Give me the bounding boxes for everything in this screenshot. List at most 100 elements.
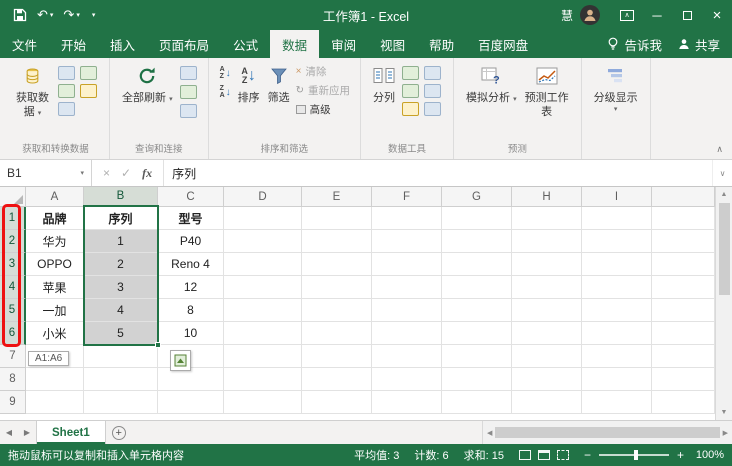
cell-I8[interactable] [582,368,652,391]
sheet-tab-sheet1[interactable]: Sheet1 [36,421,106,444]
from-table-icon[interactable] [58,84,75,98]
row-header-9[interactable]: 9 [0,391,26,414]
minimize-button[interactable]: ─ [642,0,672,30]
cell-B6[interactable]: 5 [84,322,158,345]
cell-G6[interactable] [442,322,512,345]
close-button[interactable]: × [702,0,732,30]
cell-C2[interactable]: P40 [158,230,224,253]
cell-F3[interactable] [372,253,442,276]
redo-button[interactable]: ↷▾ [58,0,84,30]
formula-input[interactable]: 序列 [164,160,712,186]
recent-sources-icon[interactable] [80,84,97,98]
cell-A9[interactable] [26,391,84,414]
cell-A3[interactable]: OPPO [26,253,84,276]
scroll-left-icon[interactable]: ◀ [487,429,492,437]
ribbon-tab-页面布局[interactable]: 页面布局 [147,30,221,58]
cell-G9[interactable] [442,391,512,414]
cell-I2[interactable] [582,230,652,253]
cell-A1[interactable]: 品牌 [26,207,84,230]
cell-E7[interactable] [302,345,372,368]
cell-C6[interactable]: 10 [158,322,224,345]
sheet-nav-left-icon[interactable]: ◀ [0,421,18,444]
cell-G2[interactable] [442,230,512,253]
horizontal-scrollbar[interactable]: ◀ ▶ [482,421,732,444]
view-page-break-button[interactable] [557,450,569,460]
cell-I5[interactable] [582,299,652,322]
manage-data-model-icon[interactable] [424,102,441,116]
row-header-7[interactable]: 7 [0,345,26,368]
cell-B4[interactable]: 3 [84,276,158,299]
cell-A4[interactable]: 苹果 [26,276,84,299]
ribbon-tab-帮助[interactable]: 帮助 [417,30,466,58]
vertical-scroll-thumb[interactable] [719,203,730,295]
cell-D8[interactable] [224,368,302,391]
cell-D1[interactable] [224,207,302,230]
sort-ascending-icon[interactable]: AZ↓ [220,66,231,80]
ribbon-tab-公式[interactable]: 公式 [221,30,270,58]
from-web-icon[interactable] [80,66,97,80]
cell-G8[interactable] [442,368,512,391]
zoom-level[interactable]: 100% [692,449,724,461]
cell-B8[interactable] [84,368,158,391]
cell-E6[interactable] [302,322,372,345]
get-data-button[interactable]: 获取数据 ▾ [10,59,55,122]
cell-F1[interactable] [372,207,442,230]
cell-F8[interactable] [372,368,442,391]
cell-G1[interactable] [442,207,512,230]
cell-C3[interactable]: Reno 4 [158,253,224,276]
cell-H4[interactable] [512,276,582,299]
cell-D9[interactable] [224,391,302,414]
cell-F6[interactable] [372,322,442,345]
cell-H8[interactable] [512,368,582,391]
cell-H5[interactable] [512,299,582,322]
cell-A6[interactable]: 小米 [26,322,84,345]
cell-H3[interactable] [512,253,582,276]
data-validation-icon[interactable] [402,84,419,98]
new-sheet-button[interactable]: + [106,421,132,444]
cell-A5[interactable]: 一加 [26,299,84,322]
ribbon-tab-开始[interactable]: 开始 [49,30,98,58]
cell-I6[interactable] [582,322,652,345]
cell-E3[interactable] [302,253,372,276]
cell-F4[interactable] [372,276,442,299]
ribbon-tab-插入[interactable]: 插入 [98,30,147,58]
consolidate-icon[interactable] [424,84,441,98]
existing-connections-icon[interactable] [58,102,75,116]
from-text-csv-icon[interactable] [58,66,75,80]
ribbon-tab-百度网盘[interactable]: 百度网盘 [466,30,540,58]
ribbon-tab-数据[interactable]: 数据 [270,30,319,58]
user-name[interactable]: 慧 [561,7,573,24]
avatar[interactable] [580,5,600,25]
cell-H9[interactable] [512,391,582,414]
name-box[interactable]: B1 ▾ [0,160,92,186]
filter-button[interactable]: 筛选 [264,59,294,107]
zoom-in-button[interactable]: + [677,448,684,462]
insert-function-button[interactable]: fx [142,166,152,181]
what-if-analysis-button[interactable]: ? 模拟分析 ▾ [462,59,521,107]
cell-F9[interactable] [372,391,442,414]
sort-button[interactable]: AZ↓ 排序 [234,59,264,107]
text-to-columns-button[interactable]: 分列 [369,59,399,107]
cell-G5[interactable] [442,299,512,322]
insert-options-button[interactable] [170,350,191,371]
sort-descending-icon[interactable]: ZA↓ [220,85,231,99]
column-header-C[interactable]: C [158,187,224,207]
forecast-sheet-button[interactable]: 预测工作表 [521,59,573,122]
cell-D3[interactable] [224,253,302,276]
zoom-slider[interactable] [599,454,669,456]
cell-H6[interactable] [512,322,582,345]
cell-G4[interactable] [442,276,512,299]
outline-button[interactable]: 分级显示 ▾ [590,59,642,116]
cell-C8[interactable] [158,368,224,391]
vertical-scrollbar[interactable]: ▲ ▼ [715,187,732,420]
cell-F5[interactable] [372,299,442,322]
relationships-icon[interactable] [402,102,419,116]
cell-F7[interactable] [372,345,442,368]
cell-C4[interactable]: 12 [158,276,224,299]
share-button[interactable]: 共享 [678,35,720,54]
cell-D6[interactable] [224,322,302,345]
cell-B2[interactable]: 1 [84,230,158,253]
cell-D2[interactable] [224,230,302,253]
ribbon-tab-审阅[interactable]: 审阅 [319,30,368,58]
ribbon-tab-视图[interactable]: 视图 [368,30,417,58]
